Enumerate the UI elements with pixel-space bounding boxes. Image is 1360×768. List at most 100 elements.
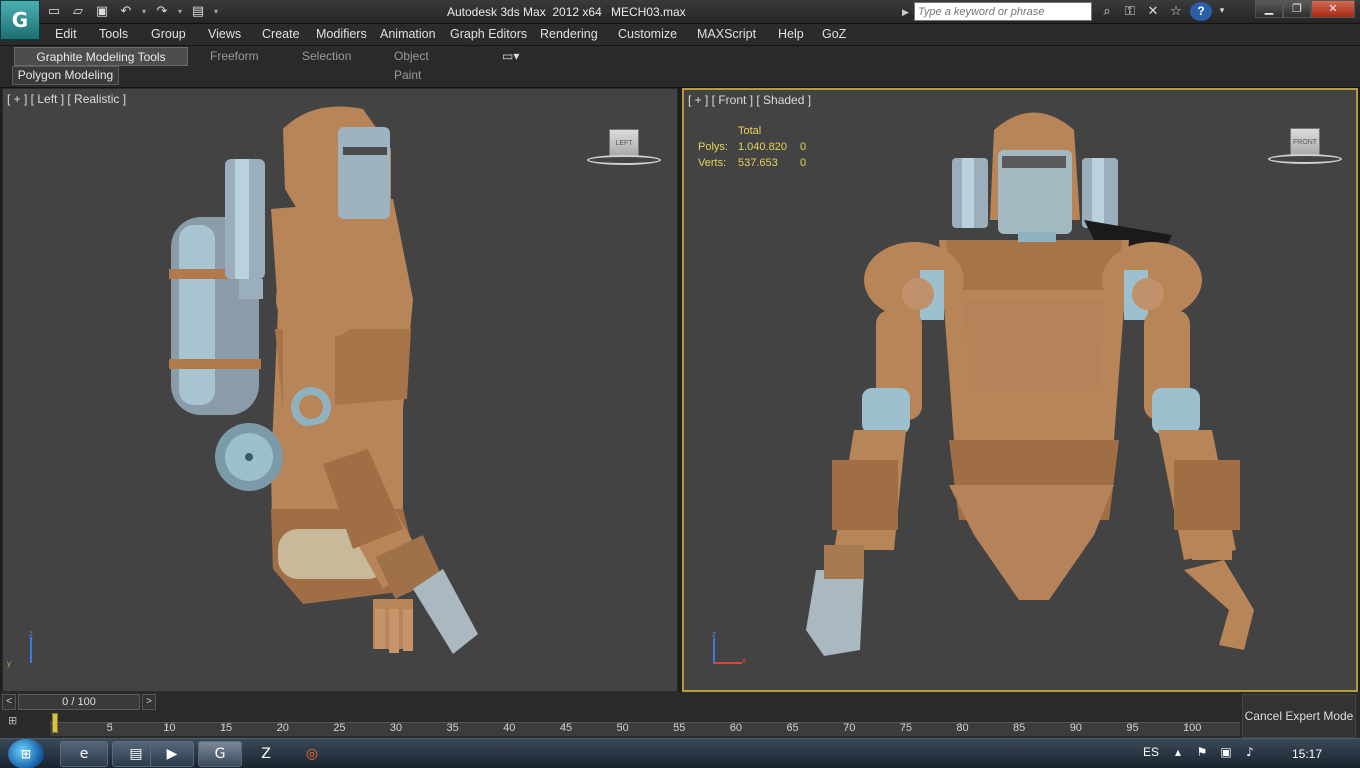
polys-selected: 0 bbox=[800, 141, 807, 153]
window-title: Autodesk 3ds Max 2012 x64 bbox=[447, 5, 602, 19]
time-slider-prev-button[interactable]: < bbox=[2, 694, 16, 710]
viewcube-face-front[interactable]: FRONT bbox=[1290, 128, 1320, 156]
zbrush-icon[interactable]: Z bbox=[252, 742, 280, 766]
timeline-tick-label: 85 bbox=[1013, 722, 1026, 734]
redo-icon[interactable]: ↷ bbox=[152, 3, 172, 21]
key-icon[interactable]: ⚿ bbox=[1121, 2, 1139, 21]
tab-selection[interactable]: Selection bbox=[302, 47, 351, 66]
timeline-tick-label: 75 bbox=[899, 722, 912, 734]
stats-header: Total bbox=[738, 125, 762, 137]
menu-group[interactable]: Group bbox=[151, 27, 186, 41]
timeline-tick-label: 25 bbox=[333, 722, 346, 734]
verts-total: 537.653 bbox=[738, 157, 778, 169]
open-file-icon[interactable]: ▱ bbox=[68, 3, 88, 21]
viewcube-front[interactable]: FRONT bbox=[1268, 126, 1342, 170]
menu-views[interactable]: Views bbox=[208, 27, 241, 41]
quick-access-toolbar: ▭ ▱ ▣ ↶ ▾ ↷ ▾ ▤ ▾ bbox=[44, 2, 220, 22]
start-button[interactable]: ⊞ bbox=[8, 739, 44, 768]
media-player-icon[interactable]: ▶ bbox=[150, 741, 194, 767]
timeline-tick-label: 95 bbox=[1126, 722, 1139, 734]
axis-y-label: y bbox=[7, 659, 11, 668]
close-button[interactable]: ✕ bbox=[1311, 0, 1355, 18]
maximize-button[interactable]: ❐ bbox=[1283, 0, 1311, 18]
menu-help[interactable]: Help bbox=[778, 27, 804, 41]
timeline-tick-label: 5 bbox=[106, 722, 113, 734]
search-expand-icon[interactable]: ▶ bbox=[902, 3, 912, 21]
project-dropdown-icon[interactable]: ▾ bbox=[212, 3, 220, 21]
menu-animation[interactable]: Animation bbox=[380, 27, 436, 41]
scene-statistics: Total Polys: 1.040.820 0 Verts: 537.653 … bbox=[698, 123, 806, 171]
timeline-tick-label: 10 bbox=[163, 722, 176, 734]
favorites-star-icon[interactable]: ☆ bbox=[1167, 2, 1185, 21]
search-input[interactable] bbox=[914, 2, 1092, 21]
axis-z-line bbox=[713, 638, 715, 664]
tab-freeform[interactable]: Freeform bbox=[210, 47, 259, 66]
menu-goz[interactable]: GoZ bbox=[822, 27, 846, 41]
app-logo-button[interactable]: G bbox=[0, 0, 40, 40]
project-folder-icon[interactable]: ▤ bbox=[188, 3, 208, 21]
minimize-button[interactable]: ▁ bbox=[1255, 0, 1283, 18]
help-dropdown-icon[interactable]: ▾ bbox=[1217, 2, 1227, 21]
volume-icon[interactable]: ♪ bbox=[1242, 745, 1258, 761]
tab-object-paint[interactable]: Object Paint bbox=[394, 47, 429, 82]
infocenter-toolbar: ⌕ ⚿ ✕ ☆ ? ▾ bbox=[1098, 2, 1227, 21]
axis-tripod-front: z x bbox=[690, 630, 746, 670]
viewcube-ring[interactable] bbox=[587, 155, 661, 165]
time-cursor[interactable] bbox=[52, 713, 58, 733]
timeline-tick-label: 65 bbox=[786, 722, 799, 734]
panel-polygon-modeling[interactable]: Polygon Modeling bbox=[12, 66, 119, 85]
track-bar[interactable]: 5 10 15 20 25 30 35 40 45 50 55 60 65 70 75 80 85 90 95 100 bbox=[50, 722, 1240, 736]
redo-dropdown-icon[interactable]: ▾ bbox=[176, 3, 184, 21]
menu-customize[interactable]: Customize bbox=[618, 27, 677, 41]
viewport-label-front[interactable]: [ + ] [ Front ] [ Shaded ] bbox=[688, 93, 811, 107]
axis-z-line bbox=[30, 637, 32, 663]
help-icon[interactable]: ? bbox=[1190, 2, 1212, 21]
undo-icon[interactable]: ↶ bbox=[116, 3, 136, 21]
menu-graph-editors[interactable]: Graph Editors bbox=[450, 27, 527, 41]
viewcube-face-left[interactable]: LEFT bbox=[609, 129, 639, 157]
communication-center-icon[interactable]: ✕ bbox=[1144, 2, 1162, 21]
save-icon[interactable]: ▣ bbox=[92, 3, 112, 21]
clock[interactable]: 15:17 bbox=[1292, 747, 1322, 761]
menu-rendering[interactable]: Rendering bbox=[540, 27, 598, 41]
ribbon-options-icon[interactable]: ▭▾ bbox=[502, 47, 526, 66]
viewcube-left[interactable]: LEFT bbox=[587, 127, 661, 171]
timeline-tick-label: 90 bbox=[1069, 722, 1082, 734]
network-icon[interactable]: ▣ bbox=[1218, 745, 1234, 761]
viewport-left[interactable]: [ + ] [ Left ] [ Realistic ] LEFT z y bbox=[2, 88, 678, 692]
mech-model-side-view bbox=[169, 106, 478, 654]
timeline-tick-label: 35 bbox=[446, 722, 459, 734]
track-bar-toggle-icon[interactable]: ⊞ bbox=[8, 714, 36, 736]
undo-dropdown-icon[interactable]: ▾ bbox=[140, 3, 148, 21]
binoculars-icon[interactable]: ⌕ bbox=[1098, 2, 1116, 21]
houdini-icon[interactable]: ◎ bbox=[298, 742, 326, 766]
flag-icon[interactable]: ⚑ bbox=[1194, 745, 1210, 761]
language-indicator[interactable]: ES bbox=[1143, 745, 1159, 759]
verts-selected: 0 bbox=[800, 157, 807, 169]
cancel-expert-mode-button[interactable]: Cancel Expert Mode bbox=[1242, 694, 1356, 738]
tab-graphite-modeling-tools[interactable]: Graphite Modeling Tools bbox=[14, 47, 188, 66]
axis-x-label: x bbox=[742, 656, 746, 665]
show-hidden-icons-icon[interactable]: ▴ bbox=[1170, 745, 1186, 761]
polys-total: 1.040.820 bbox=[738, 141, 787, 153]
axis-x-line bbox=[714, 662, 742, 664]
menu-edit[interactable]: Edit bbox=[55, 27, 77, 41]
viewport-front[interactable]: [ + ] [ Front ] [ Shaded ] Total Polys: … bbox=[682, 88, 1358, 692]
menu-tools[interactable]: Tools bbox=[99, 27, 128, 41]
timeline-tick-label: 55 bbox=[673, 722, 686, 734]
timeline-tick-label: 80 bbox=[956, 722, 969, 734]
new-file-icon[interactable]: ▭ bbox=[44, 3, 64, 21]
time-slider-next-button[interactable]: > bbox=[142, 694, 156, 710]
time-slider[interactable]: 0 / 100 bbox=[18, 694, 140, 710]
viewport-label-left[interactable]: [ + ] [ Left ] [ Realistic ] bbox=[7, 92, 126, 106]
3dsmax-taskbar-icon[interactable]: G bbox=[198, 741, 242, 767]
timeline-tick-label: 30 bbox=[389, 722, 403, 734]
viewcube-ring[interactable] bbox=[1268, 154, 1342, 164]
timeline-tick-label: 60 bbox=[729, 722, 743, 734]
menu-maxscript[interactable]: MAXScript bbox=[697, 27, 756, 41]
verts-label: Verts: bbox=[698, 157, 727, 169]
polys-label: Polys: bbox=[698, 141, 728, 153]
internet-explorer-icon[interactable]: e bbox=[60, 741, 108, 767]
menu-create[interactable]: Create bbox=[262, 27, 300, 41]
menu-modifiers[interactable]: Modifiers bbox=[316, 27, 367, 41]
